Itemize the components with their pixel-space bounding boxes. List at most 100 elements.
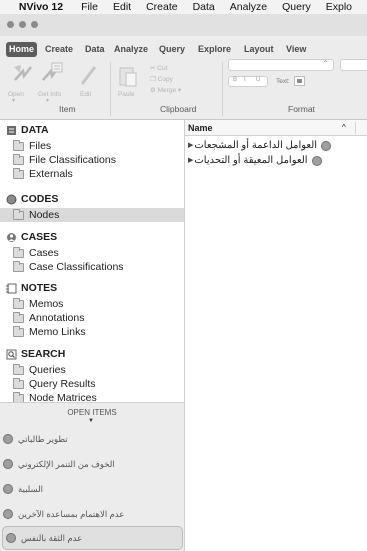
merge-button[interactable]: ⚙ Merge ▾ bbox=[150, 86, 181, 94]
open-item[interactable]: تطوير طالباتي bbox=[0, 427, 185, 451]
clipboard-group-label: Clipboard bbox=[160, 104, 197, 114]
paste-icon[interactable] bbox=[118, 64, 138, 88]
node-list-view: Name ^ ▶ العوامل الداعمة أو المشجعات ▶ ا… bbox=[185, 120, 367, 551]
cases-icon bbox=[7, 232, 16, 242]
folder-icon bbox=[13, 297, 24, 309]
folder-icon bbox=[13, 260, 24, 272]
nav-item-files[interactable]: Files bbox=[0, 139, 184, 153]
column-header-name[interactable]: Name ^ bbox=[185, 120, 367, 136]
text-color-swatch[interactable] bbox=[294, 76, 305, 86]
search-icon bbox=[6, 349, 17, 359]
sort-ascending-icon[interactable]: ^ bbox=[342, 120, 346, 136]
font-size-select[interactable] bbox=[340, 59, 367, 71]
zoom-window-button[interactable] bbox=[31, 21, 38, 28]
open-dropdown-icon[interactable]: ▾ bbox=[12, 97, 15, 104]
list-item[interactable]: ▶ العوامل الداعمة أو المشجعات bbox=[185, 139, 367, 153]
node-icon bbox=[3, 459, 13, 469]
notes-icon bbox=[6, 283, 17, 293]
format-group-label: Format bbox=[288, 104, 315, 114]
open-icon[interactable] bbox=[12, 62, 34, 84]
open-item[interactable]: السلبية bbox=[0, 477, 185, 501]
nav-item-nodes[interactable]: Nodes bbox=[0, 208, 184, 222]
stepper-icon: ⌃ bbox=[322, 59, 329, 68]
nav-item-file-classifications[interactable]: File Classifications bbox=[0, 153, 184, 167]
underline-icon[interactable]: U bbox=[256, 77, 260, 83]
folder-icon bbox=[13, 167, 24, 179]
merge-icon: ⚙ bbox=[150, 87, 158, 94]
paste-label: Paste bbox=[118, 91, 135, 98]
folder-icon bbox=[13, 153, 24, 165]
open-label: Open bbox=[8, 91, 24, 98]
group-divider bbox=[222, 62, 223, 116]
nav-item-annotations[interactable]: Annotations bbox=[0, 311, 184, 325]
edit-label: Edit bbox=[80, 91, 92, 98]
close-window-button[interactable] bbox=[7, 21, 14, 28]
italic-icon[interactable]: I bbox=[244, 77, 246, 83]
menu-query[interactable]: Query bbox=[282, 1, 311, 13]
font-family-select[interactable]: ⌃ bbox=[228, 59, 334, 71]
menu-analyze[interactable]: Analyze bbox=[230, 1, 267, 13]
section-search[interactable]: SEARCH bbox=[6, 347, 65, 361]
nav-item-externals[interactable]: Externals bbox=[0, 167, 184, 181]
tab-view[interactable]: View bbox=[283, 42, 309, 57]
node-icon bbox=[3, 509, 13, 519]
get-info-dropdown-icon[interactable]: ▾ bbox=[46, 97, 49, 104]
open-items-list: تطوير طالباتي الخوف من التنمر الإلكتروني… bbox=[0, 424, 185, 551]
get-info-icon[interactable] bbox=[40, 62, 64, 84]
folder-icon bbox=[13, 246, 24, 258]
node-icon bbox=[3, 434, 13, 444]
nav-item-memo-links[interactable]: Memo Links bbox=[0, 325, 184, 339]
nav-item-memos[interactable]: Memos bbox=[0, 297, 184, 311]
tab-home[interactable]: Home bbox=[6, 42, 38, 57]
item-group-label: Item bbox=[59, 104, 76, 114]
window-titlebar bbox=[0, 14, 367, 36]
menu-explore[interactable]: Explo bbox=[326, 1, 352, 13]
nav-item-case-classifications[interactable]: Case Classifications bbox=[0, 260, 184, 274]
tab-data[interactable]: Data bbox=[82, 42, 108, 57]
section-cases[interactable]: CASES bbox=[6, 230, 57, 244]
disclosure-triangle-icon[interactable]: ▶ bbox=[188, 154, 193, 168]
minimize-window-button[interactable] bbox=[19, 21, 26, 28]
open-item-active[interactable]: عدم الثقة بالنفس bbox=[2, 526, 183, 550]
open-item[interactable]: عدم الاهتمام بمساعدة الآخرين bbox=[0, 502, 185, 526]
copy-button[interactable]: ❐ Copy bbox=[150, 75, 173, 83]
section-codes[interactable]: CODES bbox=[6, 192, 58, 206]
folder-icon bbox=[13, 377, 24, 389]
tab-explore[interactable]: Explore bbox=[195, 42, 234, 57]
menu-edit[interactable]: Edit bbox=[113, 1, 131, 13]
node-icon bbox=[3, 484, 13, 494]
codes-icon bbox=[6, 194, 17, 204]
open-items-header[interactable]: OPEN ITEMS ▼ bbox=[0, 402, 185, 424]
folder-icon bbox=[13, 139, 24, 151]
menu-file[interactable]: File bbox=[81, 1, 98, 13]
tab-query[interactable]: Query bbox=[156, 42, 188, 57]
data-icon bbox=[7, 125, 16, 135]
copy-icon: ❐ bbox=[150, 76, 158, 83]
column-divider[interactable] bbox=[355, 122, 356, 134]
nav-item-cases[interactable]: Cases bbox=[0, 246, 184, 260]
tab-layout[interactable]: Layout bbox=[241, 42, 277, 57]
tab-analyze[interactable]: Analyze bbox=[111, 42, 151, 57]
app-menu[interactable]: NVivo 12 bbox=[19, 1, 63, 13]
merge-dropdown-icon: ▾ bbox=[176, 87, 182, 94]
cut-button[interactable]: ✂ Cut bbox=[150, 64, 167, 72]
disclosure-triangle-icon[interactable]: ▶ bbox=[188, 139, 193, 153]
section-notes[interactable]: NOTES bbox=[6, 281, 57, 295]
menu-create[interactable]: Create bbox=[146, 1, 178, 13]
open-item[interactable]: الخوف من التنمر الإلكتروني bbox=[0, 452, 185, 476]
edit-icon[interactable] bbox=[78, 62, 98, 86]
text-style-buttons[interactable]: B I U bbox=[228, 76, 268, 87]
bold-icon[interactable]: B bbox=[233, 77, 237, 83]
node-icon bbox=[311, 156, 322, 166]
text-color-label: Text: bbox=[276, 78, 290, 85]
node-icon bbox=[6, 533, 16, 543]
nav-item-node-matrices[interactable]: Node Matrices bbox=[0, 391, 184, 402]
tab-create[interactable]: Create bbox=[42, 42, 76, 57]
section-data[interactable]: DATA bbox=[6, 123, 49, 137]
folder-icon bbox=[13, 208, 24, 220]
list-item[interactable]: ▶ العوامل المعيقة أو التحديات bbox=[185, 154, 367, 168]
nav-item-query-results[interactable]: Query Results bbox=[0, 377, 184, 391]
nav-item-queries[interactable]: Queries bbox=[0, 363, 184, 377]
menu-data[interactable]: Data bbox=[193, 1, 215, 13]
folder-icon bbox=[13, 325, 24, 337]
